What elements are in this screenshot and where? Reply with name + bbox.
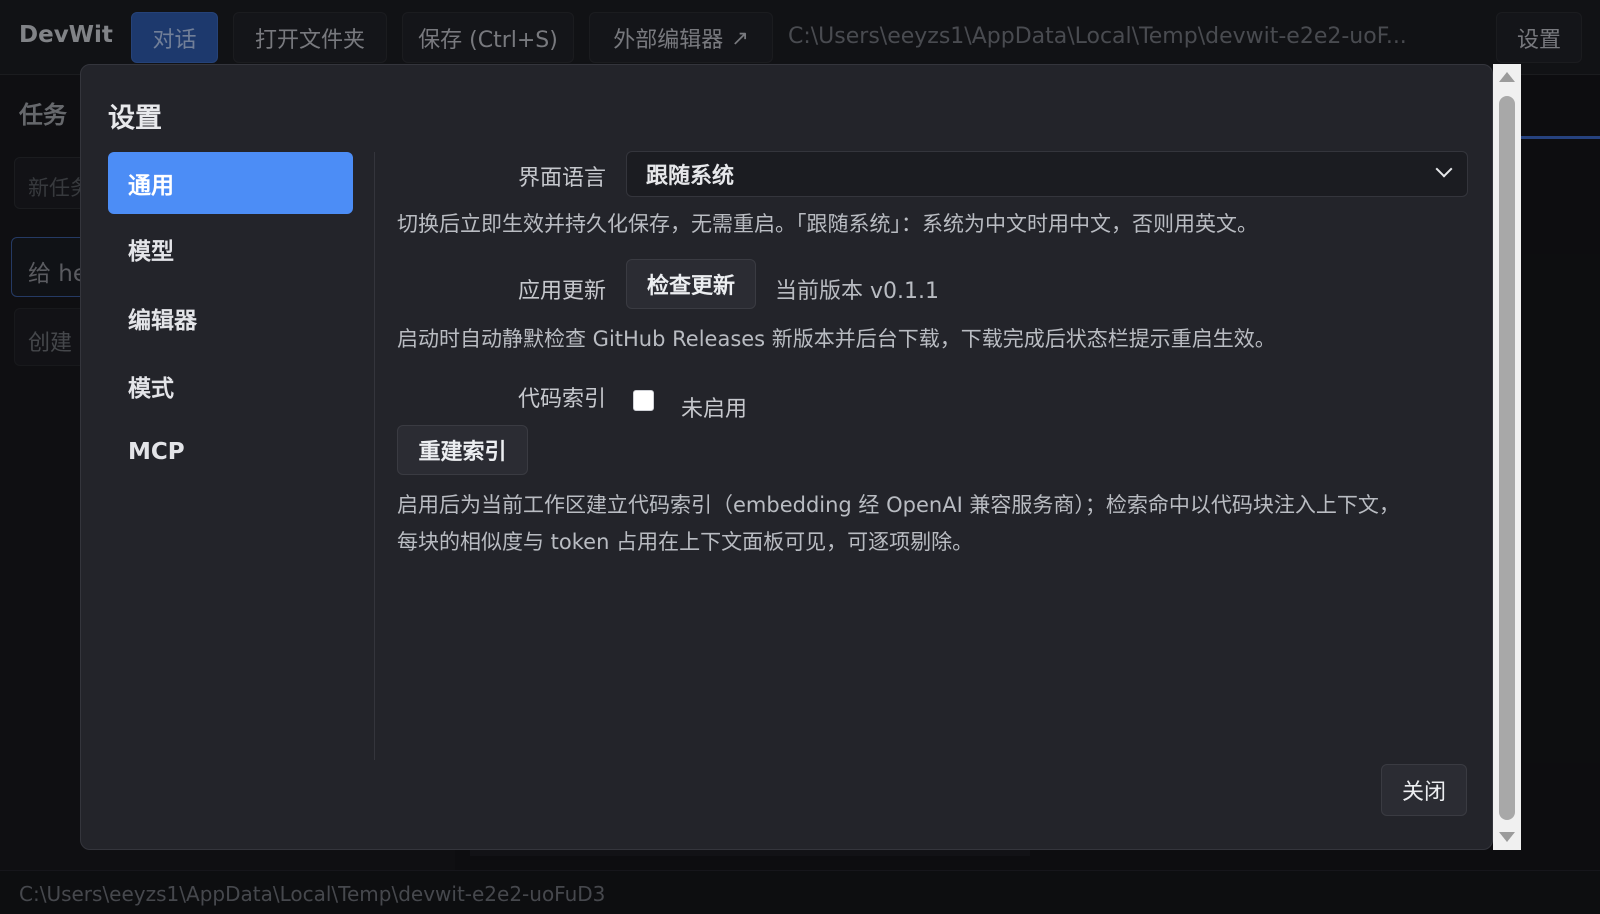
check-update-button[interactable]: 检查更新	[626, 259, 756, 309]
language-select[interactable]: 跟随系统	[626, 151, 1468, 197]
update-help: 启动时自动静默检查 GitHub Releases 新版本并后台下载，下载完成后…	[397, 327, 1276, 351]
nav-item-editor[interactable]: 编辑器	[108, 287, 353, 349]
nav-item-models[interactable]: 模型	[108, 218, 353, 280]
code-index-checkbox[interactable]	[633, 390, 654, 411]
nav-item-modes[interactable]: 模式	[108, 355, 353, 417]
current-version: 当前版本 v0.1.1	[775, 279, 939, 304]
language-help: 切换后立即生效并持久化保存，无需重启。「跟随系统」：系统为中文时用中文，否则用英…	[397, 212, 1258, 236]
close-button[interactable]: 关闭	[1381, 764, 1467, 816]
scroll-down-icon[interactable]	[1499, 832, 1515, 842]
index-help-line2: 每块的相似度与 token 占用在上下文面板可见，可逐项剔除。	[397, 530, 974, 554]
language-label: 界面语言	[517, 166, 606, 191]
code-index-label: 代码索引	[517, 387, 606, 412]
index-help-line1: 启用后为当前工作区建立代码索引（embedding 经 OpenAI 兼容服务商…	[397, 493, 1400, 517]
scrollbar[interactable]	[1493, 64, 1521, 850]
rebuild-index-button[interactable]: 重建索引	[397, 425, 528, 475]
scrollbar-thumb[interactable]	[1499, 96, 1515, 820]
nav-divider	[374, 152, 375, 760]
nav-item-general[interactable]: 通用	[108, 152, 353, 214]
language-select-value: 跟随系统	[646, 164, 735, 189]
settings-dialog: 设置 通用 模型 编辑器 模式 MCP 界面语言 跟随系统 切换后立即生效并持久…	[80, 64, 1493, 850]
update-label: 应用更新	[517, 279, 606, 304]
code-index-status: 未启用	[681, 397, 748, 422]
chevron-down-icon	[1435, 160, 1453, 178]
scroll-up-icon[interactable]	[1499, 72, 1515, 82]
dialog-title: 设置	[108, 103, 162, 134]
nav-item-mcp[interactable]: MCP	[108, 421, 353, 483]
